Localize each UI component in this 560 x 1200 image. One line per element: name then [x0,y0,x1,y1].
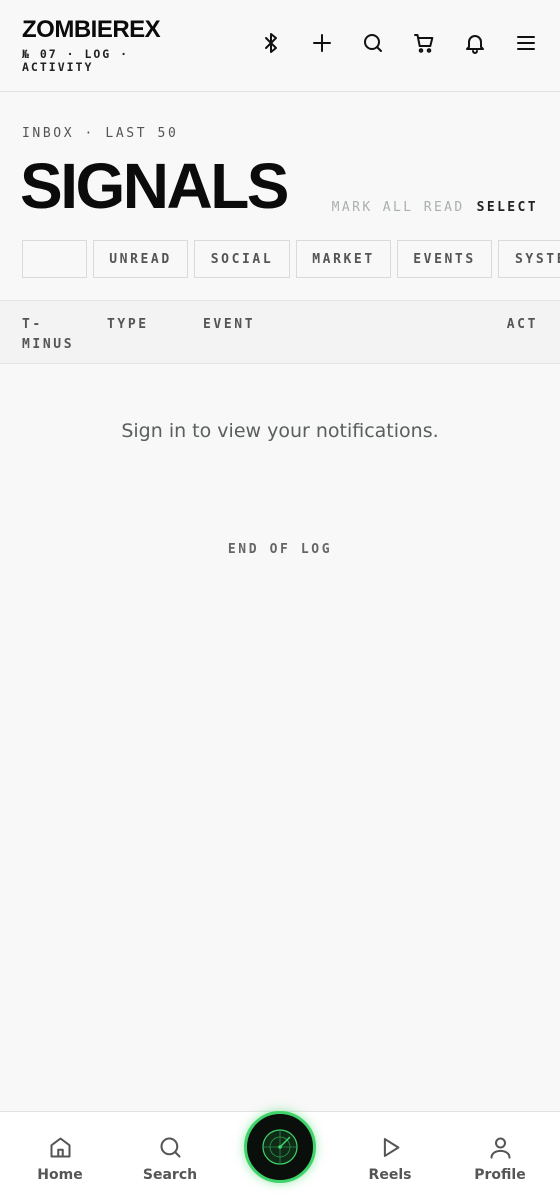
filter-chip-unread[interactable]: UNREAD [93,240,188,278]
inbox-eyebrow: INBOX · LAST 50 [22,126,179,141]
play-icon [383,1138,399,1157]
search-icon [159,1137,181,1158]
nav-reels-label: Reels [368,1167,412,1183]
menu-icon[interactable] [513,30,538,55]
plus-icon[interactable] [309,30,334,55]
filter-chip-all[interactable] [22,240,87,278]
nav-search-label: Search [142,1167,198,1183]
filter-chip-system[interactable]: SYSTE [498,240,560,278]
filter-chips: UNREAD SOCIAL MARKET EVENTS SYSTE [22,240,560,278]
brand-logo[interactable]: ZOMBIEREX [22,16,161,44]
nav-profile[interactable]: Profile [460,1134,540,1183]
app-header: ZOMBIEREX № 07 · LOG · ACTIVITY [0,0,560,92]
end-of-log: END OF LOG [227,542,333,557]
empty-state-message: Sign in to view your notifications. [121,420,439,442]
mark-all-read-button[interactable]: MARK ALL READ [332,200,465,215]
filter-chip-market[interactable]: MARKET [296,240,391,278]
radar-button[interactable] [244,1111,316,1183]
nav-profile-label: Profile [474,1167,526,1183]
column-header-event[interactable]: EVENT [203,315,255,335]
page-title: SIGNALS [20,150,289,222]
filter-chip-social[interactable]: SOCIAL [194,240,290,278]
nav-search[interactable]: Search [130,1134,210,1183]
header-actions [258,30,538,55]
nav-home-label: Home [37,1167,83,1183]
bluetooth-icon[interactable] [258,30,283,55]
nav-home[interactable]: Home [20,1134,100,1183]
column-header-t-minus[interactable]: T-MINUS [22,315,82,355]
table-header: T-MINUS TYPE EVENT ACT [0,300,560,364]
filter-chip-events[interactable]: EVENTS [397,240,492,278]
title-actions: MARK ALL READ SELECT [332,200,538,215]
nav-reels[interactable]: Reels [350,1134,430,1183]
bell-icon[interactable] [462,30,487,55]
column-header-type[interactable]: TYPE [107,315,149,335]
cart-icon[interactable] [411,30,436,55]
radar-icon [262,1129,298,1165]
search-icon[interactable] [360,30,385,55]
user-icon [489,1137,511,1159]
select-button[interactable]: SELECT [477,200,538,215]
column-header-act[interactable]: ACT [507,315,538,335]
page-subtitle: № 07 · LOG · ACTIVITY [22,47,130,74]
home-icon [49,1137,71,1158]
